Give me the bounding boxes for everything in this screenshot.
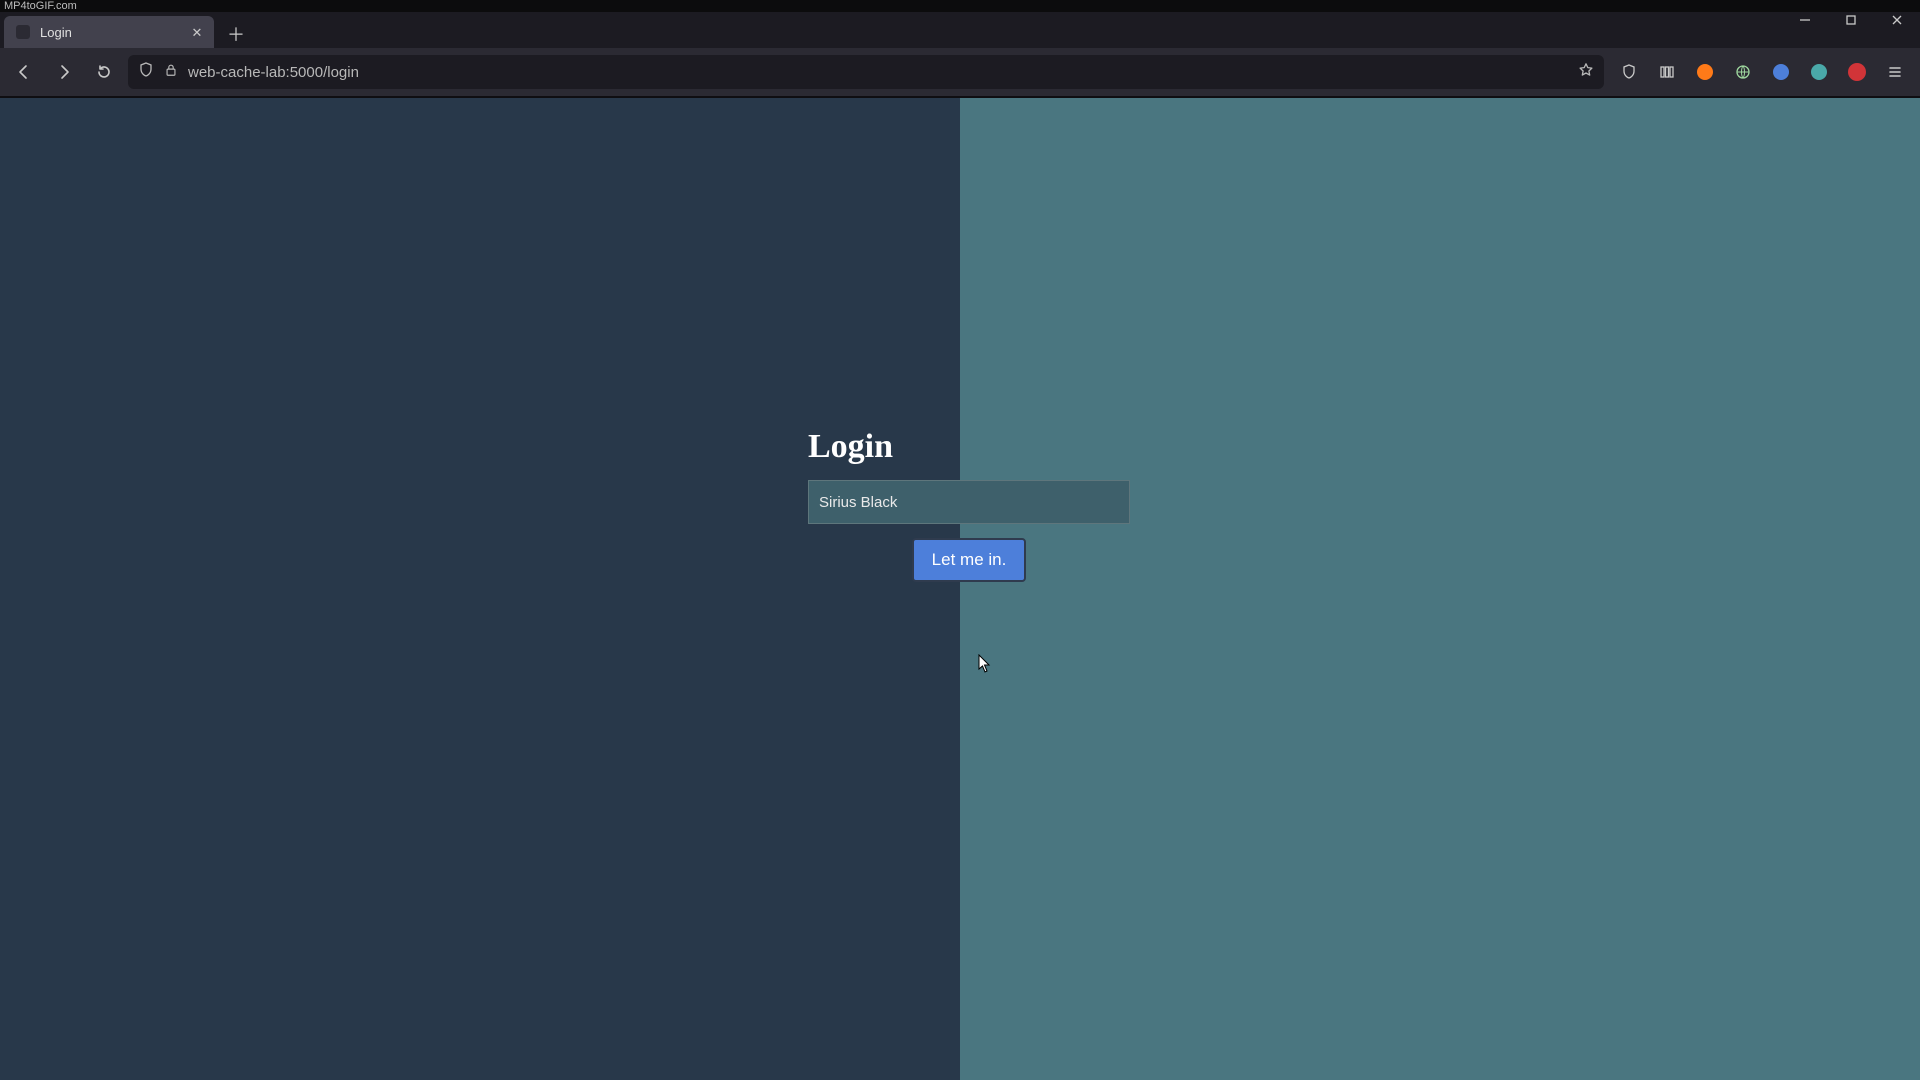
- browser-toolbar: web-cache-lab:5000/login: [0, 48, 1920, 96]
- window-controls: [1782, 4, 1920, 36]
- pocket-icon[interactable]: [1612, 56, 1646, 88]
- lock-icon[interactable]: [164, 63, 178, 81]
- window-close-button[interactable]: [1874, 4, 1920, 36]
- mouse-cursor-icon: [978, 654, 992, 674]
- name-input[interactable]: [808, 480, 1130, 524]
- extension-blue-icon[interactable]: [1764, 56, 1798, 88]
- bookmark-star-icon[interactable]: [1578, 62, 1594, 82]
- browser-chrome: Login ✕ ＋ web-cache-lab:5000/login: [0, 12, 1920, 98]
- extension-teal-icon[interactable]: [1802, 56, 1836, 88]
- tab-strip: Login ✕ ＋: [0, 12, 1920, 48]
- forward-button[interactable]: [48, 56, 80, 88]
- login-heading: Login: [808, 428, 1130, 466]
- address-bar[interactable]: web-cache-lab:5000/login: [128, 55, 1604, 89]
- application-menu-button[interactable]: [1878, 56, 1912, 88]
- shield-icon[interactable]: [138, 62, 154, 82]
- toolbar-right-icons: [1612, 56, 1912, 88]
- submit-button[interactable]: Let me in.: [912, 538, 1027, 582]
- profile-avatar[interactable]: [1840, 56, 1874, 88]
- tab-title: Login: [40, 25, 180, 40]
- new-tab-button[interactable]: ＋: [222, 20, 250, 48]
- os-titlebar: MP4toGIF.com: [0, 0, 1920, 12]
- login-form: Login Let me in.: [808, 428, 1130, 582]
- back-button[interactable]: [8, 56, 40, 88]
- address-bar-url: web-cache-lab:5000/login: [188, 64, 1568, 81]
- library-icon[interactable]: [1650, 56, 1684, 88]
- avatar-icon: [1848, 63, 1866, 81]
- window-maximize-button[interactable]: [1828, 4, 1874, 36]
- tab-login[interactable]: Login ✕: [4, 16, 214, 48]
- extension-globe-icon[interactable]: [1726, 56, 1760, 88]
- reload-button[interactable]: [88, 56, 120, 88]
- tab-close-icon[interactable]: ✕: [190, 25, 204, 39]
- tab-favicon: [16, 25, 30, 39]
- window-minimize-button[interactable]: [1782, 4, 1828, 36]
- extension-flame-icon[interactable]: [1688, 56, 1722, 88]
- page-viewport: Login Let me in.: [0, 98, 1920, 1080]
